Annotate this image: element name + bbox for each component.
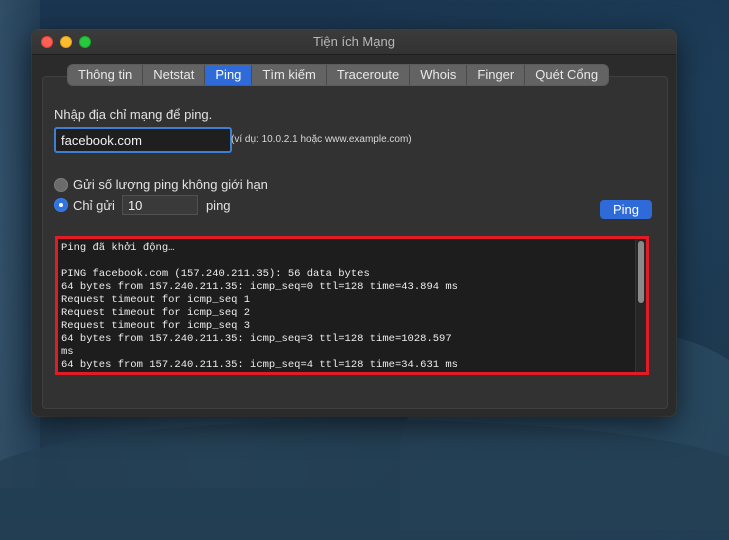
ping-output-text: Ping đã khởi động… PING facebook.com (15… xyxy=(61,242,458,371)
tab-finger[interactable]: Finger xyxy=(467,65,526,85)
tab-traceroute[interactable]: Traceroute xyxy=(326,65,411,85)
tab-bar: Thông tin Netstat Ping Tìm kiếm Tracerou… xyxy=(68,65,609,85)
tab-info[interactable]: Thông tin xyxy=(68,65,144,85)
send-only-label: Chỉ gửi xyxy=(73,197,115,213)
send-only-option[interactable]: Chỉ gửi ping xyxy=(54,195,231,215)
ping-count-input[interactable] xyxy=(121,195,198,215)
unlimited-pings-option[interactable]: Gửi số lượng ping không giới hạn xyxy=(54,177,268,192)
network-utility-window: Tiện ích Mạng Thông tin Netstat Ping Tìm… xyxy=(32,30,676,416)
tab-lookup[interactable]: Tìm kiếm xyxy=(252,65,327,85)
tab-whois[interactable]: Whois xyxy=(410,65,468,85)
ping-count-suffix: ping xyxy=(205,197,231,213)
title-bar[interactable]: Tiện ích Mạng xyxy=(32,30,676,55)
unlimited-pings-label: Gửi số lượng ping không giới hạn xyxy=(73,177,268,192)
window-title: Tiện ích Mạng xyxy=(313,34,395,49)
address-example-hint: (ví dụ: 10.0.2.1 hoặc www.example.com) xyxy=(231,134,412,145)
output-scrollbar-thumb[interactable] xyxy=(638,241,644,303)
tab-netstat[interactable]: Netstat xyxy=(143,65,206,85)
desktop-wallpaper-shore xyxy=(0,420,729,540)
tab-ping[interactable]: Ping xyxy=(205,65,253,85)
tab-port-scan[interactable]: Quét Cổng xyxy=(525,65,609,85)
network-address-input[interactable] xyxy=(54,127,232,153)
address-prompt-label: Nhập địa chỉ mạng để ping. xyxy=(54,107,213,122)
ping-output-area[interactable]: Ping đã khởi động… PING facebook.com (15… xyxy=(55,236,649,375)
output-scrollbar[interactable] xyxy=(635,239,646,372)
send-only-radio[interactable] xyxy=(54,198,68,212)
ping-button[interactable]: Ping xyxy=(600,200,652,219)
unlimited-pings-radio[interactable] xyxy=(54,177,68,192)
